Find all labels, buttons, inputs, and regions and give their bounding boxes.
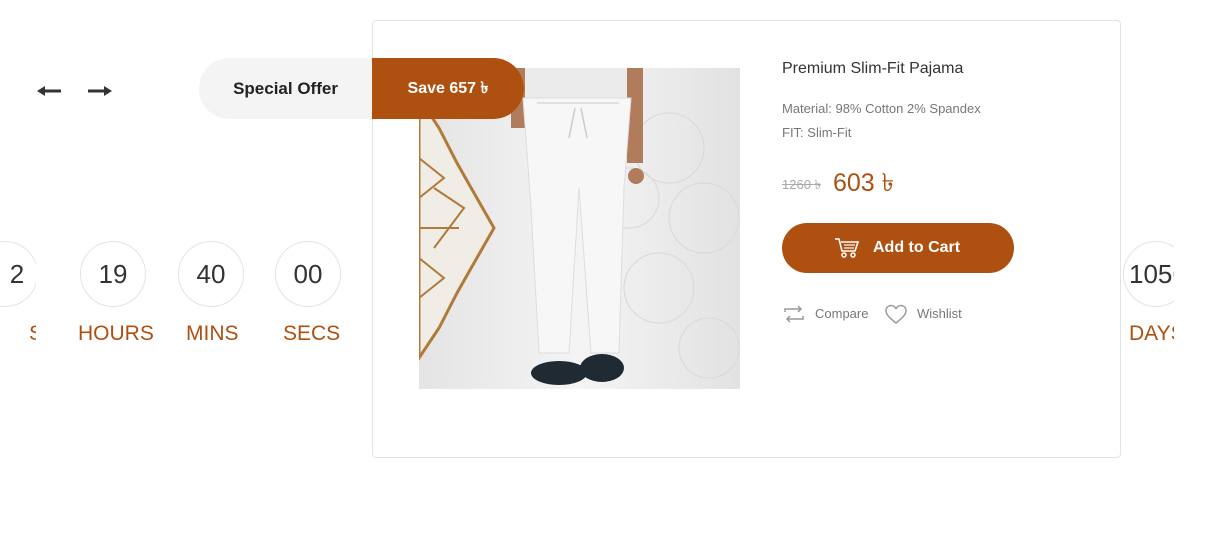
product-material: Material: 98% Cotton 2% Spandex (782, 101, 981, 116)
countdown-secs-circle: 00 (275, 241, 341, 307)
compare-label: Compare (815, 306, 869, 321)
countdown-unit-partial: S (29, 322, 36, 346)
countdown-clipped-left: 2 S (0, 230, 36, 360)
countdown-days-value: 1056 (1129, 259, 1174, 289)
countdown-mins-value: 40 (196, 259, 226, 289)
countdown-hours-value: 19 (98, 259, 128, 289)
heart-icon (885, 304, 907, 324)
new-price: 603 ৳ (833, 169, 895, 197)
countdown-hours-circle: 19 (80, 241, 146, 307)
add-to-cart-label: Add to Cart (873, 239, 961, 256)
compare-icon (784, 305, 804, 323)
product-fit: FIT: Slim-Fit (782, 125, 852, 140)
countdown-days-label: DAYS (1129, 322, 1174, 345)
wishlist-button[interactable]: Wishlist (884, 303, 974, 327)
countdown-clipped-right: 1056 DAYS (1121, 230, 1174, 360)
save-badge: Save 657 ৳ (372, 58, 524, 119)
compare-button[interactable]: Compare (782, 303, 877, 327)
countdown-secs-label: SECS (283, 322, 341, 345)
countdown-mins-label: MINS (186, 322, 239, 345)
wishlist-label: Wishlist (917, 306, 962, 321)
special-offer-label: Special Offer (233, 79, 338, 98)
next-arrow-button[interactable] (85, 80, 115, 102)
arrow-right-icon (88, 86, 112, 96)
countdown-mins-circle: 40 (178, 241, 244, 307)
special-offer-pill: Special Offer Save 657 ৳ (199, 58, 524, 119)
countdown-days-circle: 1056 (1123, 241, 1174, 307)
arrow-left-icon (37, 86, 61, 96)
add-to-cart-button[interactable]: Add to Cart (782, 223, 1014, 273)
countdown-hours-label: HOURS (78, 322, 154, 345)
countdown-secs-value: 00 (293, 259, 323, 289)
countdown-circle-partial: 2 (0, 241, 36, 307)
prev-arrow-button[interactable] (34, 80, 64, 102)
old-price: 1260 ৳ (782, 177, 822, 192)
cart-icon (835, 238, 860, 258)
product-title[interactable]: Premium Slim-Fit Pajama (782, 60, 963, 78)
